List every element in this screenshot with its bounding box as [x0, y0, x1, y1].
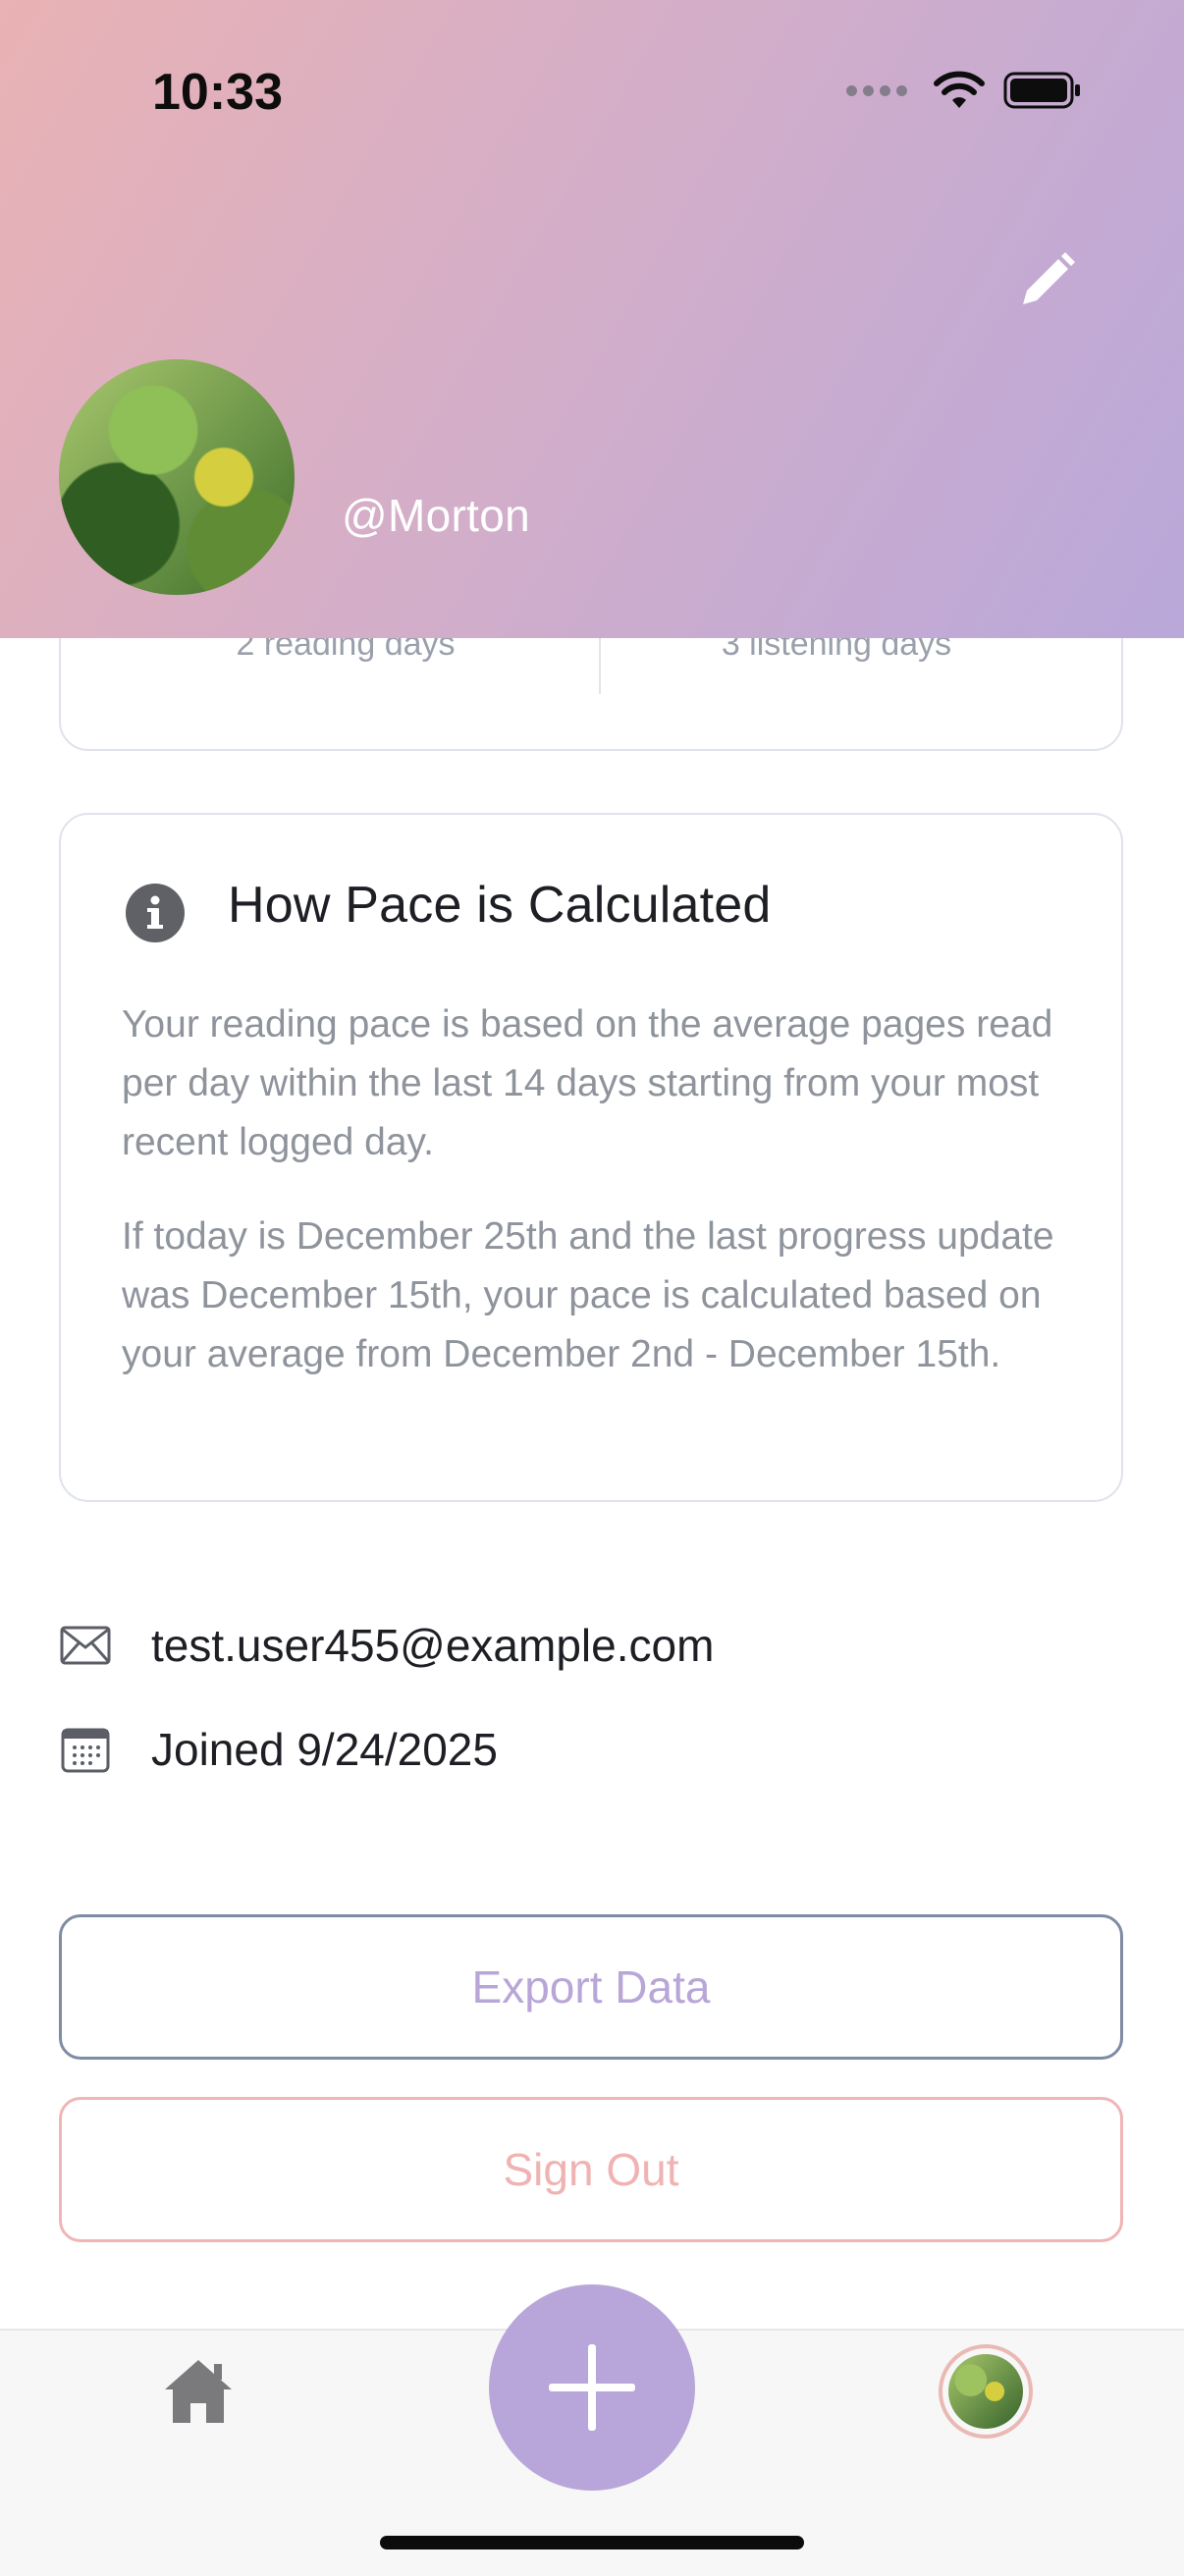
add-button[interactable] — [489, 2284, 695, 2491]
pace-info-paragraph-2: If today is December 25th and the last p… — [122, 1215, 1054, 1375]
cellular-signal-icon — [846, 84, 907, 96]
plus-icon — [549, 2344, 635, 2431]
home-indicator — [380, 2536, 804, 2549]
sign-out-button[interactable]: Sign Out — [59, 2097, 1123, 2242]
email-text: test.user455@example.com — [151, 1620, 715, 1671]
profile-tab-avatar — [948, 2354, 1023, 2429]
pace-info-paragraph-1: Your reading pace is based on the averag… — [122, 1003, 1053, 1163]
pace-info-title: How Pace is Calculated — [228, 877, 772, 934]
joined-row: Joined 9/24/2025 — [59, 1710, 498, 1789]
home-icon[interactable] — [161, 2354, 236, 2429]
profile-avatar[interactable] — [59, 359, 295, 595]
email-row: test.user455@example.com — [59, 1606, 714, 1685]
joined-text: Joined 9/24/2025 — [151, 1724, 498, 1775]
status-time: 10:33 — [152, 64, 283, 121]
pace-info-card: How Pace is Calculated Your reading pace… — [59, 813, 1123, 1502]
status-icons — [846, 71, 1082, 110]
export-data-button[interactable]: Export Data — [59, 1914, 1123, 2060]
username: @Morton — [342, 490, 530, 541]
profile-header: 10:33 @Morton — [0, 0, 1184, 638]
envelope-icon — [59, 1619, 112, 1672]
edit-pencil-icon[interactable] — [1011, 247, 1080, 316]
battery-icon — [1003, 72, 1080, 109]
profile-tab[interactable] — [939, 2344, 1033, 2439]
wifi-icon — [934, 71, 985, 108]
calendar-icon — [59, 1723, 112, 1776]
info-icon — [126, 884, 185, 942]
